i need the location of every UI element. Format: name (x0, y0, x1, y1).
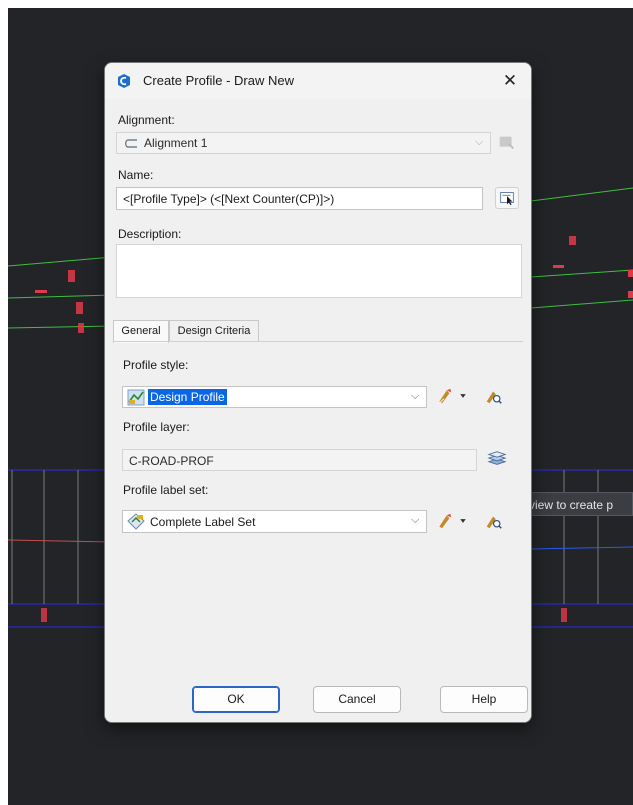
description-label: Description: (118, 227, 182, 241)
command-tooltip: view to create p (522, 492, 633, 516)
tab-divider (113, 341, 523, 342)
create-profile-dialog: Create Profile - Draw New ✕ Alignment: A… (105, 63, 531, 722)
chevron-down-icon: ⌵ (475, 136, 484, 148)
tab-general[interactable]: General (113, 320, 169, 343)
profile-layer-value: C-ROAD-PROF (129, 454, 214, 468)
zoom-label-set-icon[interactable] (482, 510, 506, 532)
close-icon[interactable]: ✕ (497, 69, 523, 93)
zoom-style-icon[interactable] (482, 385, 506, 407)
ok-button[interactable]: OK (192, 686, 280, 713)
chevron-down-icon: ⌵ (411, 390, 420, 402)
chevron-down-icon: ⌵ (411, 514, 420, 526)
alignment-value: Alignment 1 (144, 136, 208, 150)
cancel-button[interactable]: Cancel (313, 686, 401, 713)
layer-icon[interactable] (485, 448, 509, 470)
alignment-icon (125, 139, 137, 148)
name-value: <[Profile Type]> (<[Next Counter(CP)]>) (123, 192, 335, 206)
edit-label-set-icon[interactable] (434, 510, 472, 532)
profile-layer-label: Profile layer: (123, 420, 190, 434)
label-set-label: Profile label set: (123, 483, 209, 497)
edit-name-template-icon[interactable] (495, 187, 519, 209)
alignment-select[interactable]: Alignment 1 ⌵ (116, 132, 491, 154)
edit-style-icon[interactable] (434, 385, 472, 407)
profile-style-value: Design Profile (148, 389, 227, 405)
description-field[interactable] (116, 244, 522, 298)
help-button[interactable]: Help (440, 686, 528, 713)
profile-style-label: Profile style: (123, 358, 189, 372)
alignment-label: Alignment: (118, 113, 175, 127)
name-label: Name: (118, 168, 154, 182)
label-set-icon (127, 513, 145, 530)
pick-from-drawing-icon[interactable] (495, 132, 519, 154)
app-icon (118, 74, 130, 88)
profile-style-select[interactable]: Design Profile ⌵ (122, 386, 427, 408)
profile-style-icon (127, 389, 145, 406)
tab-design-criteria[interactable]: Design Criteria (169, 320, 259, 342)
label-set-value: Complete Label Set (150, 515, 256, 529)
title-bar[interactable]: Create Profile - Draw New ✕ (105, 63, 531, 99)
name-field[interactable]: <[Profile Type]> (<[Next Counter(CP)]>) (116, 187, 483, 210)
profile-layer-field: C-ROAD-PROF (122, 449, 477, 471)
label-set-select[interactable]: Complete Label Set ⌵ (122, 510, 427, 533)
dialog-title: Create Profile - Draw New (143, 73, 294, 88)
